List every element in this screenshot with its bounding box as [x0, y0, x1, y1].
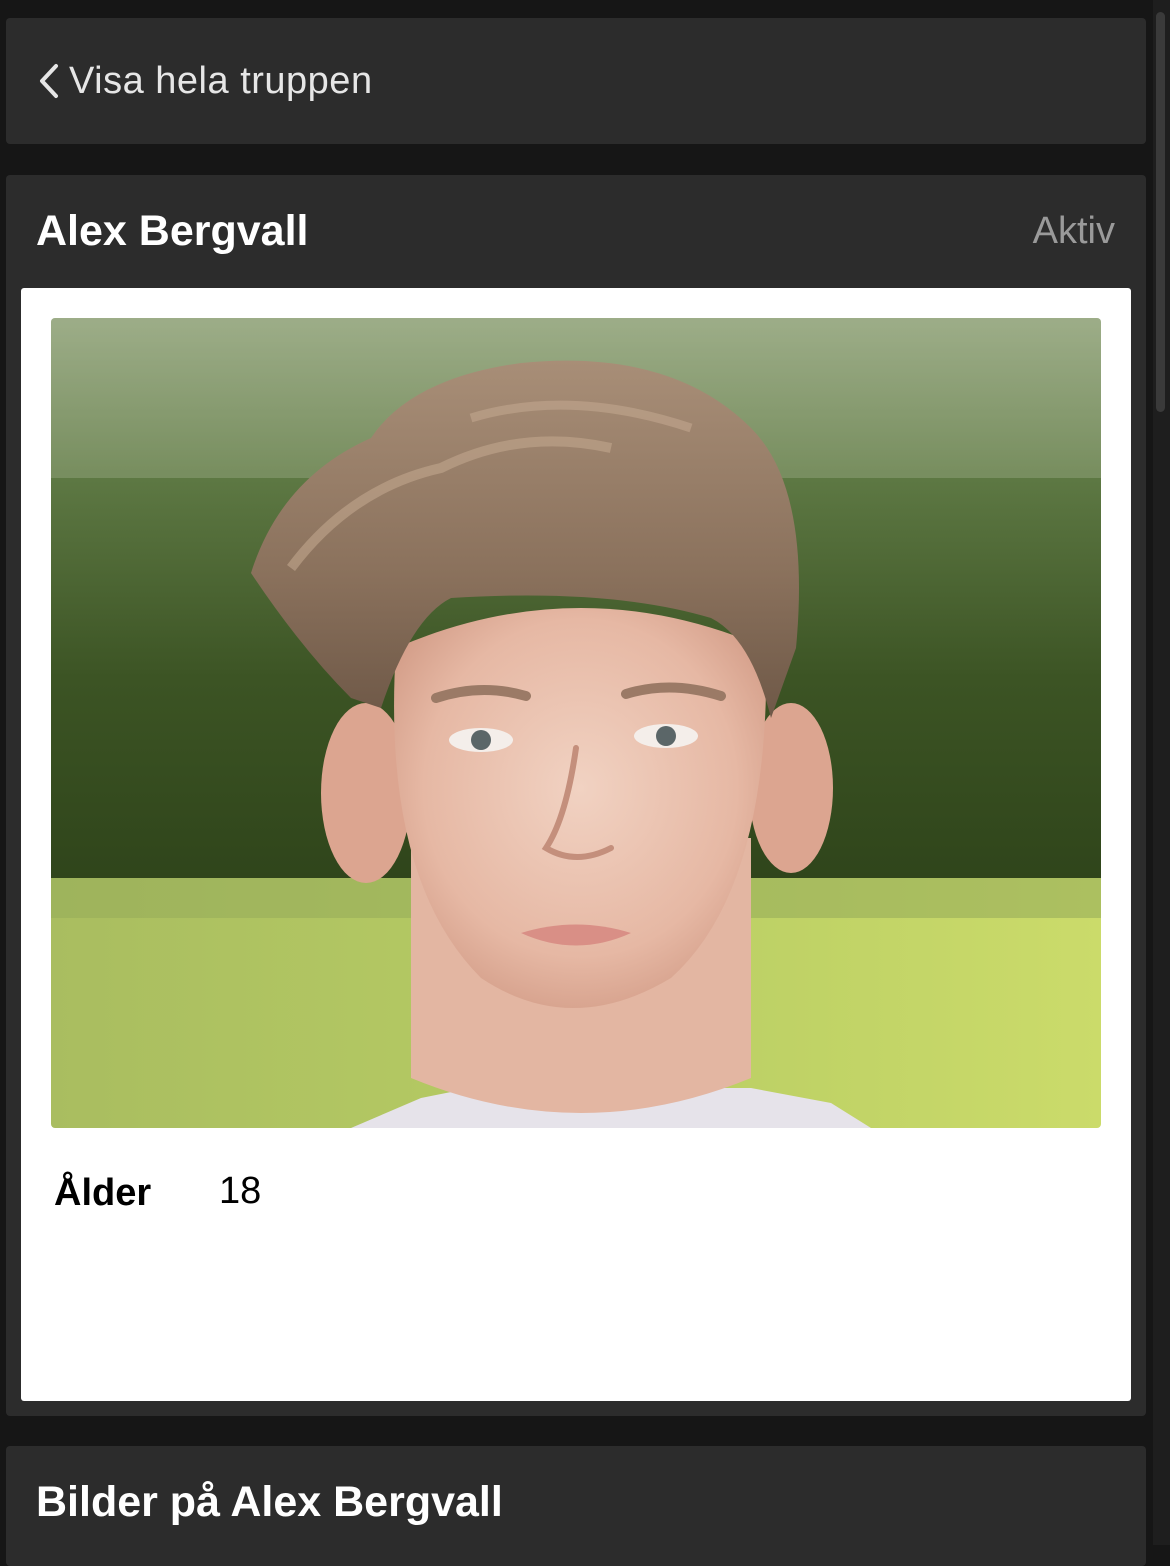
fact-label: Ålder — [54, 1172, 152, 1214]
back-to-squad-link[interactable]: Visa hela truppen — [6, 18, 1146, 144]
chevron-left-icon — [37, 63, 61, 99]
fact-row-age: Ålder 18 — [54, 1168, 261, 1215]
player-name: Alex Bergvall — [36, 206, 309, 255]
status-badge: Aktiv — [1032, 209, 1115, 252]
gallery-panel: Bilder på Alex Bergvall — [6, 1446, 1146, 1566]
player-panel: Alex Bergvall Aktiv Ålder 18 — [6, 175, 1146, 1416]
player-photo[interactable] — [51, 318, 1101, 1128]
scrollbar[interactable] — [1153, 0, 1170, 1545]
fact-value: 18 — [219, 1170, 262, 1212]
gallery-title: Bilder på Alex Bergvall — [36, 1478, 503, 1526]
player-card: Ålder 18 — [21, 288, 1131, 1401]
back-link-label: Visa hela truppen — [69, 59, 373, 102]
scrollbar-thumb[interactable] — [1156, 12, 1165, 412]
player-header: Alex Bergvall Aktiv — [6, 175, 1146, 287]
